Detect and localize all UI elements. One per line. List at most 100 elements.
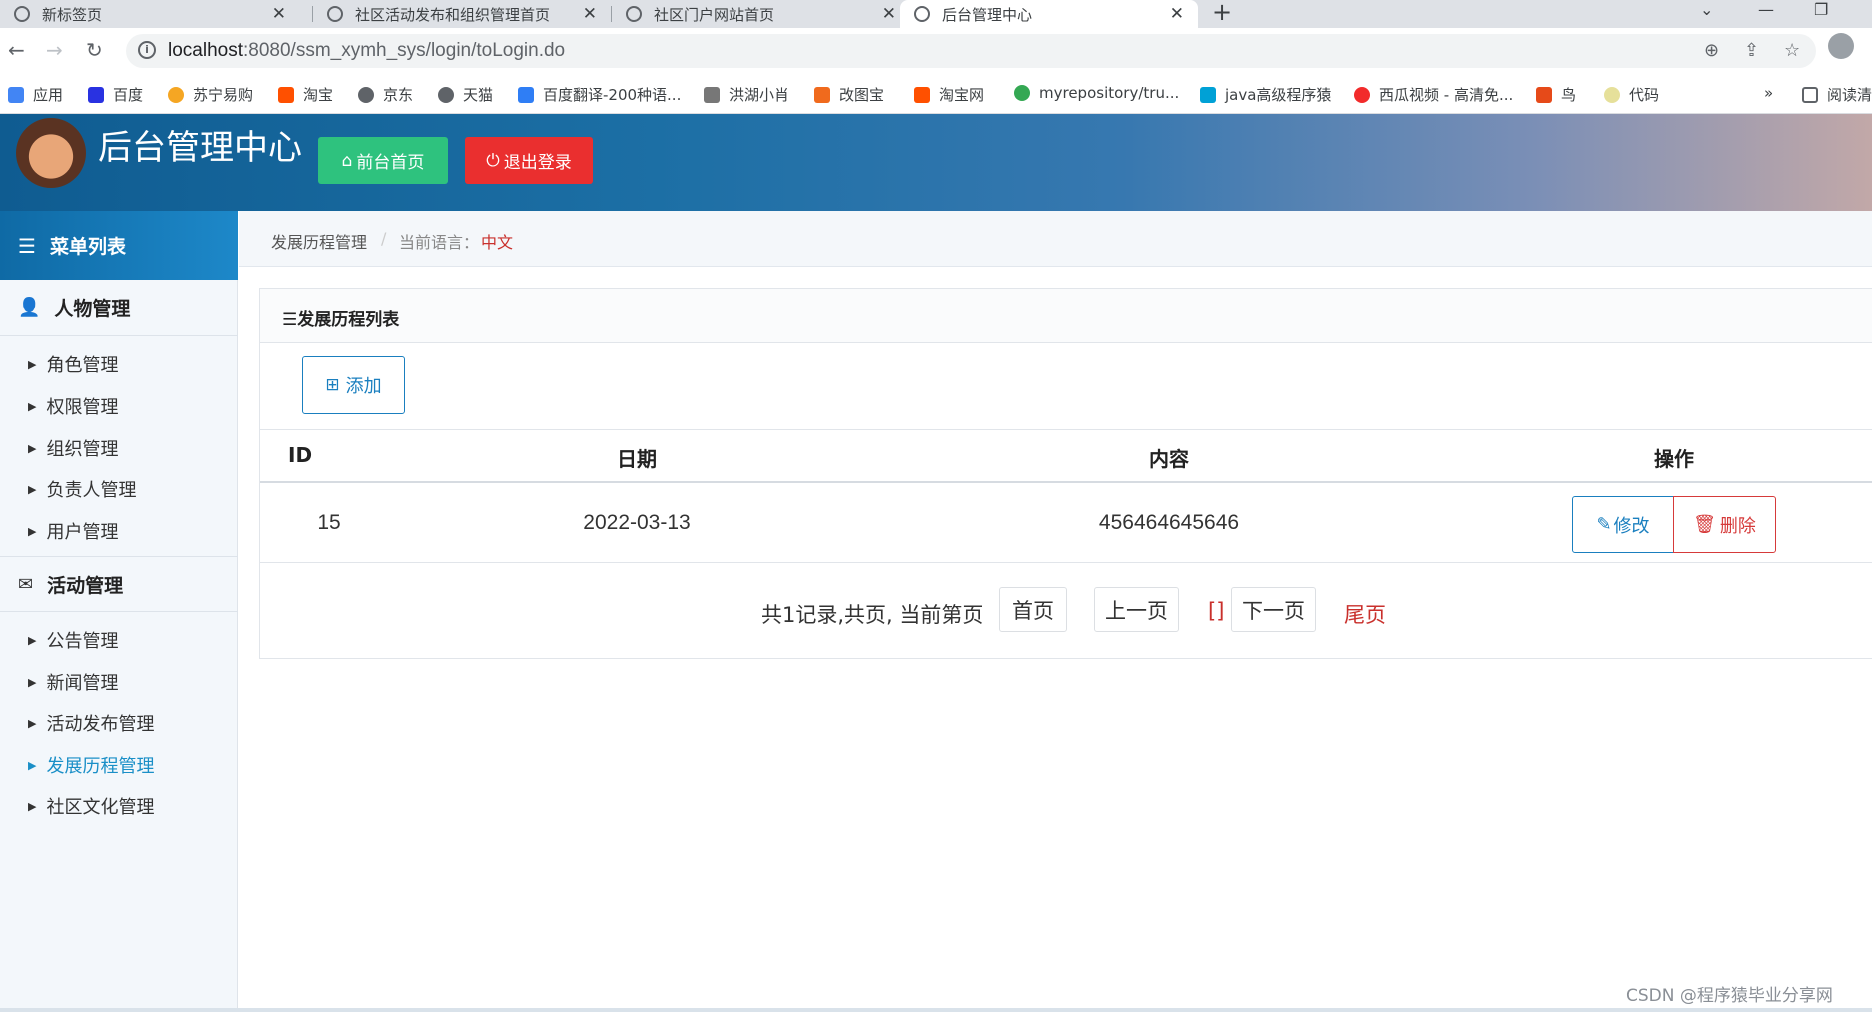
app-header: 后台管理中心 ⌂ 前台首页 ⏻ 退出登录: [0, 114, 1872, 211]
sidebar-group-activity[interactable]: ✉ 活动管理: [0, 556, 238, 612]
pagination: 共1记录,共页, 当前第页 首页 上一页 [] 下一页 尾页: [260, 563, 1872, 660]
column-header-actions: 操作: [1654, 447, 1694, 471]
more-label: »: [1764, 84, 1774, 102]
share-icon[interactable]: ⇪: [1744, 40, 1759, 61]
sidebar-item-activity-publish[interactable]: ▶ 活动发布管理: [28, 710, 154, 736]
reading-list[interactable]: 阅读清: [1802, 84, 1872, 105]
tab-label: 新标签页: [42, 5, 103, 24]
delete-button[interactable]: 🗑 删除: [1673, 496, 1776, 553]
sidebar-item-label: 权限管理: [46, 397, 119, 418]
browser-tab-bar: 新标签页 ✕ 社区活动发布和组织管理首页 ✕ 社区门户网站首页 ✕ 后台管理中心…: [0, 0, 1872, 28]
delete-label: 删除: [1719, 515, 1756, 537]
bookmark-item[interactable]: 西瓜视频 - 高清免...: [1354, 84, 1513, 105]
front-home-label: 前台首页: [356, 153, 425, 173]
url-text[interactable]: localhost:8080/ssm_xymh_sys/login/toLogi…: [168, 40, 565, 62]
sidebar-item-label: 组织管理: [46, 439, 119, 460]
sidebar: ☰ 菜单列表 👤 人物管理 ▶ 角色管理 ▶ 权限管理 ▶ 组织管理 ▶ 负责人管理 ▶…: [0, 211, 238, 1008]
bookmark-label: java高级程序猿: [1225, 86, 1332, 104]
reload-icon[interactable]: ↻: [86, 38, 103, 62]
profile-avatar-icon[interactable]: [1828, 33, 1854, 59]
sidebar-title: 菜单列表: [49, 236, 126, 258]
add-button[interactable]: ⊞ 添加: [302, 356, 405, 414]
home-icon: ⌂: [341, 150, 353, 171]
bookmark-item[interactable]: 百度: [88, 84, 143, 105]
bookmark-item[interactable]: myrepository/tru...: [1014, 84, 1179, 102]
language-value[interactable]: 中文: [481, 229, 513, 253]
column-header-date: 日期: [617, 447, 657, 471]
sidebar-item-role[interactable]: ▶ 角色管理: [28, 351, 118, 377]
forward-arrow-icon[interactable]: →: [46, 38, 63, 62]
bookmark-item[interactable]: 苏宁易购: [168, 84, 253, 105]
edit-icon: ✎: [1596, 514, 1612, 535]
bookmark-item[interactable]: 百度翻译-200种语...: [518, 84, 681, 105]
code-icon: [1604, 86, 1620, 103]
breadcrumb-current[interactable]: 发展历程管理: [271, 229, 367, 253]
bookmark-item[interactable]: 洪湖小肖: [704, 84, 789, 105]
bookmark-item[interactable]: 淘宝: [278, 84, 333, 105]
front-home-button[interactable]: ⌂ 前台首页: [318, 137, 448, 184]
sidebar-item-organization[interactable]: ▶ 组织管理: [28, 435, 118, 461]
bookmark-item[interactable]: java高级程序猿: [1200, 84, 1331, 105]
bookmark-label: 应用: [33, 86, 64, 104]
edit-button[interactable]: ✎ 修改: [1572, 496, 1674, 553]
bookmark-star-icon[interactable]: ☆: [1784, 40, 1800, 61]
back-arrow-icon[interactable]: ←: [8, 38, 25, 62]
last-page-link[interactable]: 尾页: [1344, 599, 1386, 629]
bookmark-item[interactable]: 改图宝: [814, 84, 884, 105]
group-label: 人物管理: [54, 298, 131, 320]
sidebar-item-label: 用户管理: [46, 522, 119, 543]
close-icon[interactable]: ✕: [1170, 4, 1184, 24]
browser-tab[interactable]: 社区门户网站首页 ✕: [612, 0, 910, 28]
sidebar-item-leader[interactable]: ▶ 负责人管理: [28, 476, 136, 502]
reading-list-label: 阅读清: [1827, 86, 1872, 104]
close-icon[interactable]: ✕: [882, 4, 896, 24]
url-bar[interactable]: i localhost:8080/ssm_xymh_sys/login/toLo…: [126, 34, 1816, 68]
bookmark-item[interactable]: 京东: [358, 84, 413, 105]
taobao-icon: [914, 86, 930, 103]
column-header-content: 内容: [1149, 447, 1189, 471]
close-icon[interactable]: ✕: [272, 4, 286, 24]
panel-title: ☰发展历程列表: [282, 310, 400, 330]
group-label: 活动管理: [47, 574, 124, 597]
envelope-icon: ✉: [18, 573, 34, 595]
sidebar-item-culture[interactable]: ▶ 社区文化管理: [28, 793, 154, 819]
browser-tab-active[interactable]: 后台管理中心 ✕: [900, 0, 1198, 28]
sidebar-item-notice[interactable]: ▶ 公告管理: [28, 627, 118, 653]
sidebar-item-user[interactable]: ▶ 用户管理: [28, 518, 118, 544]
bookmark-label: 淘宝网: [939, 86, 985, 104]
bookmark-apps[interactable]: 应用: [8, 84, 63, 105]
sidebar-item-history[interactable]: ▶ 发展历程管理: [28, 752, 154, 778]
caret-right-icon: ▶: [28, 675, 37, 689]
new-tab-plus-icon[interactable]: +: [1212, 0, 1232, 24]
browser-tab[interactable]: 社区活动发布和组织管理首页 ✕: [313, 0, 611, 28]
apps-grid-icon: [8, 86, 24, 103]
sidebar-item-permission[interactable]: ▶ 权限管理: [28, 393, 118, 419]
first-page-button[interactable]: 首页: [999, 587, 1067, 632]
sidebar-group-people[interactable]: 👤 人物管理: [0, 280, 238, 336]
bookmark-item[interactable]: 代码: [1604, 84, 1659, 105]
page-number-brackets[interactable]: []: [1208, 599, 1224, 623]
sidebar-item-label: 角色管理: [46, 355, 119, 376]
site-info-icon[interactable]: i: [138, 41, 156, 59]
next-page-button[interactable]: 下一页: [1231, 587, 1316, 632]
tab-label: 社区活动发布和组织管理首页: [355, 5, 551, 24]
cell-content: 456464645646: [1098, 511, 1240, 534]
add-label: 添加: [345, 376, 382, 397]
bookmark-item[interactable]: 鸟: [1536, 84, 1576, 105]
xigua-icon: [1354, 86, 1370, 103]
bookmark-item[interactable]: 淘宝网: [914, 84, 984, 105]
close-icon[interactable]: ✕: [583, 4, 597, 24]
logout-button[interactable]: ⏻ 退出登录: [465, 137, 593, 184]
tab-search-chevron-icon[interactable]: ⌄: [1700, 0, 1713, 19]
browser-tab[interactable]: 新标签页 ✕: [0, 0, 300, 28]
tab-favicon-icon: [327, 6, 343, 22]
sidebar-item-news[interactable]: ▶ 新闻管理: [28, 669, 118, 695]
caret-right-icon: ▶: [28, 524, 37, 538]
restore-icon[interactable]: ❐: [1814, 0, 1828, 19]
bookmark-item[interactable]: 天猫: [438, 84, 493, 105]
minimize-icon[interactable]: —: [1758, 0, 1774, 19]
bookmarks-more-icon[interactable]: »: [1764, 84, 1773, 102]
zoom-icon[interactable]: ⊕: [1704, 40, 1719, 61]
tab-favicon-icon: [14, 6, 30, 22]
prev-page-button[interactable]: 上一页: [1094, 587, 1179, 632]
